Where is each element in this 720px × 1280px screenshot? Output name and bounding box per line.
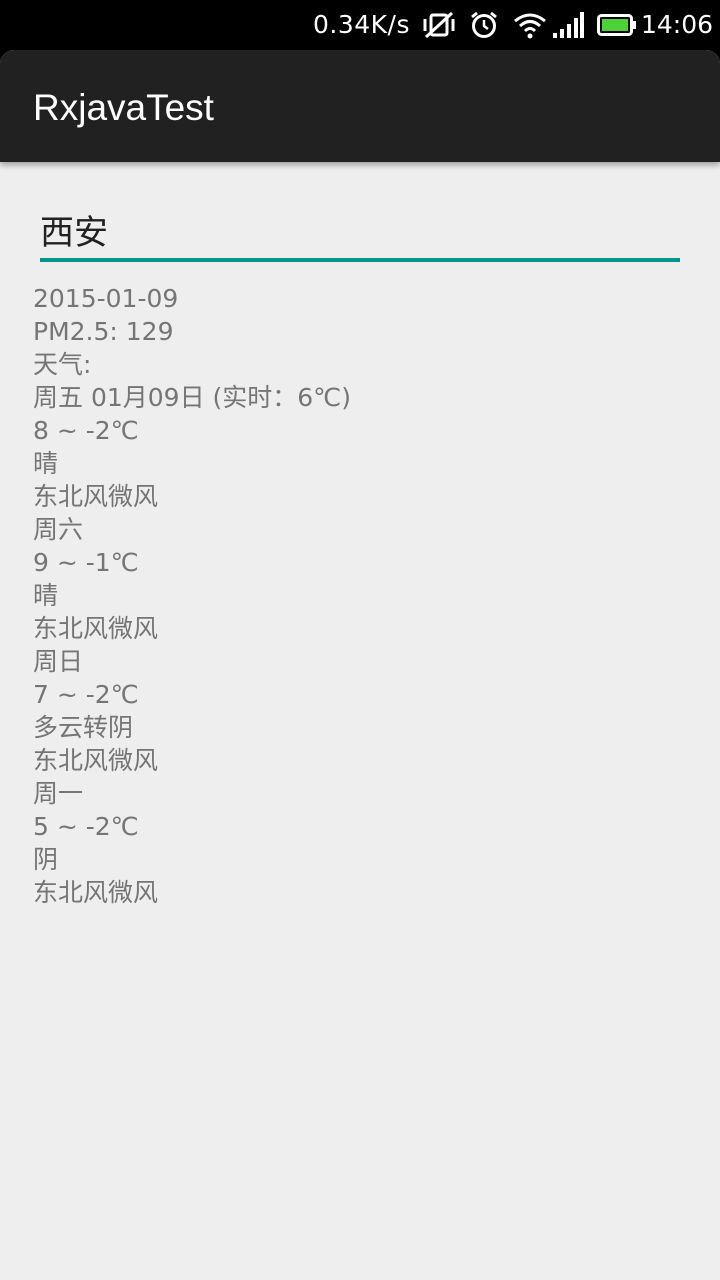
weather-line: 9 ~ -1℃ [33, 548, 139, 577]
weather-line: 东北风微风 [33, 482, 159, 511]
clock-time: 14:06 [641, 10, 714, 39]
battery-icon [597, 14, 636, 36]
weather-line: 7 ~ -2℃ [33, 680, 139, 709]
weather-line: 5 ~ -2℃ [33, 812, 139, 841]
weather-line: 周五 01月09日 (实时：6℃) [33, 383, 352, 412]
app-window: RxjavaTest 2015-01-09 PM2.5: 129 天气: 周五 01月… [0, 50, 720, 1280]
weather-line: 周一 [33, 779, 84, 808]
weather-line: 阴 [33, 845, 59, 874]
alarm-clock-icon [471, 11, 497, 38]
city-input[interactable] [40, 200, 680, 262]
status-bar: 0.34K/s 14:06 [0, 0, 720, 50]
signal-icon [553, 12, 584, 38]
weather-line: 天气: [33, 350, 92, 379]
weather-line: 晴 [33, 581, 59, 610]
weather-line: 东北风微风 [33, 746, 159, 775]
weather-line: 东北风微风 [33, 878, 159, 907]
weather-info-list: 2015-01-09 PM2.5: 129 天气: 周五 01月09日 (实时：6℃)… [33, 282, 351, 909]
weather-line: 周六 [33, 515, 84, 544]
weather-line: 2015-01-09 [33, 284, 179, 313]
toolbar: RxjavaTest [0, 50, 720, 162]
network-speed: 0.34K/s [313, 10, 411, 39]
weather-line: 周日 [33, 647, 84, 676]
wifi-icon [514, 13, 546, 39]
app-title: RxjavaTest [33, 87, 214, 128]
weather-line: 东北风微风 [33, 614, 159, 643]
weather-line: 多云转阴 [33, 713, 134, 742]
weather-line: 8 ~ -2℃ [33, 416, 139, 445]
weather-line: 晴 [33, 449, 59, 478]
weather-line: PM2.5: 129 [33, 317, 174, 346]
vibrate-off-icon [423, 11, 455, 39]
